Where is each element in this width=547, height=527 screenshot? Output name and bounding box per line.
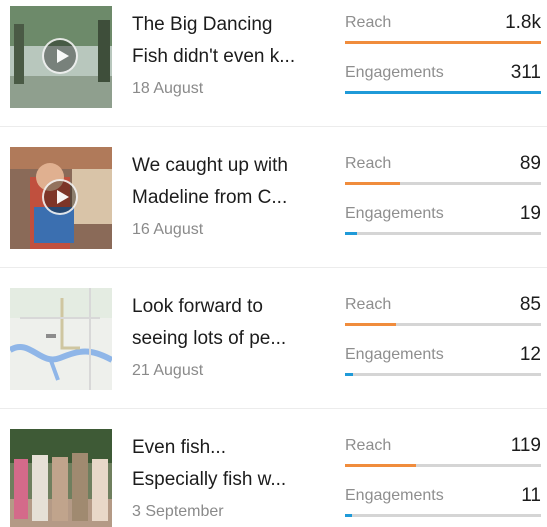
post-title-line: Madeline from C...: [132, 187, 288, 208]
reach-bar-fill: [345, 182, 400, 185]
post-date: 16 August: [132, 221, 204, 238]
post-date: 21 August: [132, 362, 204, 379]
engagements-bar-track: [345, 373, 541, 376]
post-insights-list: The Big Dancing Fish didn't even k... 18…: [0, 0, 547, 527]
post-title-line: Look forward to: [132, 296, 263, 317]
post-thumbnail[interactable]: [10, 429, 112, 527]
divider: [0, 267, 547, 268]
reach-label: Reach: [345, 155, 392, 172]
engagements-label: Engagements: [345, 205, 444, 222]
post-title-line: Even fish...: [132, 437, 226, 458]
post-date: 18 August: [132, 80, 204, 97]
reach-label: Reach: [345, 14, 392, 31]
reach-value: 85: [519, 294, 541, 315]
engagements-bar-fill: [345, 232, 357, 235]
post-title[interactable]: The Big Dancing Fish didn't even k...: [132, 9, 324, 73]
engagements-label: Engagements: [345, 64, 444, 81]
reach-bar-track: [345, 182, 541, 185]
engagements-bar-track: [345, 91, 541, 94]
reach-value: 1.8k: [505, 12, 541, 33]
post-title[interactable]: We caught up with Madeline from C...: [132, 150, 324, 214]
post-title-line: The Big Dancing: [132, 14, 273, 35]
engagements-bar-fill: [345, 373, 353, 376]
post-item[interactable]: The Big Dancing Fish didn't even k... 18…: [0, 0, 547, 128]
reach-bar-track: [345, 323, 541, 326]
post-thumbnail[interactable]: [10, 6, 112, 108]
post-item[interactable]: We caught up with Madeline from C... 16 …: [0, 141, 547, 269]
play-icon: [42, 38, 78, 74]
post-title-line: Especially fish w...: [132, 469, 287, 490]
post-thumbnail[interactable]: [10, 147, 112, 249]
engagements-label: Engagements: [345, 346, 444, 363]
engagements-label: Engagements: [345, 487, 444, 504]
post-item[interactable]: Look forward to seeing lots of pe... 21 …: [0, 282, 547, 410]
post-title[interactable]: Even fish... Especially fish w...: [132, 432, 324, 496]
reach-value: 89: [519, 153, 541, 174]
photo-thumbnail-image: [10, 429, 112, 527]
post-title[interactable]: Look forward to seeing lots of pe...: [132, 291, 324, 355]
divider: [0, 126, 547, 127]
reach-bar-fill: [345, 41, 541, 44]
post-title-line: seeing lots of pe...: [132, 328, 287, 349]
engagements-bar-fill: [345, 91, 541, 94]
post-thumbnail[interactable]: [10, 288, 112, 390]
reach-label: Reach: [345, 437, 392, 454]
reach-bar-fill: [345, 464, 416, 467]
post-item[interactable]: Even fish... Especially fish w... 3 Sept…: [0, 423, 547, 527]
reach-label: Reach: [345, 296, 392, 313]
reach-bar-track: [345, 464, 541, 467]
engagements-bar-track: [345, 514, 541, 517]
post-title-line: Fish didn't even k...: [132, 46, 296, 67]
post-title-line: We caught up with: [132, 155, 288, 176]
engagements-value: 19: [519, 203, 541, 224]
engagements-value: 12: [519, 344, 541, 365]
reach-bar-track: [345, 41, 541, 44]
reach-bar-fill: [345, 323, 396, 326]
engagements-value: 11: [521, 485, 541, 506]
post-date: 3 September: [132, 503, 224, 520]
engagements-value: 311: [510, 62, 541, 83]
divider: [0, 408, 547, 409]
engagements-bar-track: [345, 232, 541, 235]
engagements-bar-fill: [345, 514, 352, 517]
map-thumbnail-image: [10, 288, 112, 390]
play-icon: [42, 179, 78, 215]
reach-value: 119: [510, 435, 541, 456]
